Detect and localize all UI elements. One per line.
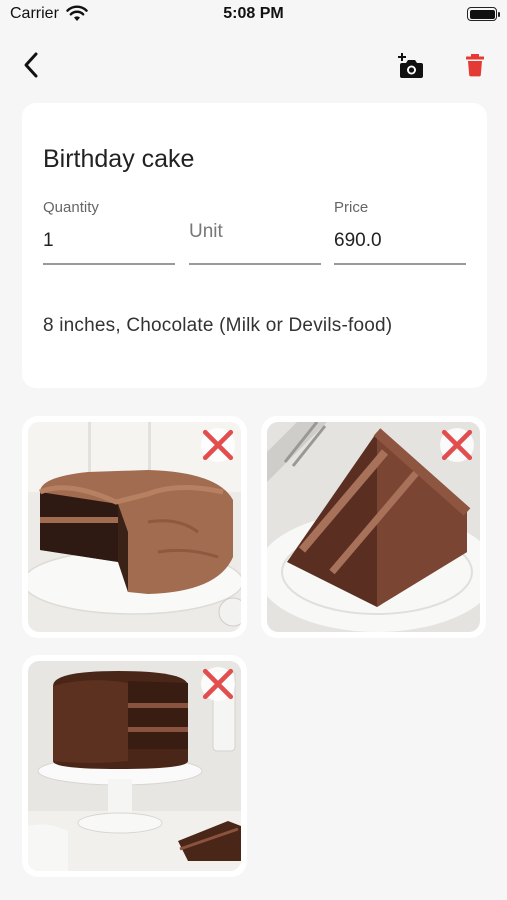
photo-tile[interactable] <box>22 416 247 638</box>
price-label: Price <box>334 199 369 216</box>
remove-photo-button[interactable] <box>201 667 235 701</box>
close-icon <box>202 668 234 700</box>
battery-icon <box>467 7 500 21</box>
clock: 5:08 PM <box>223 5 284 22</box>
remove-photo-button[interactable] <box>201 428 235 462</box>
add-photo-button[interactable] <box>395 50 425 80</box>
quantity-label: Quantity <box>43 199 99 216</box>
price-underline <box>334 263 466 265</box>
unit-input[interactable]: Unit <box>189 221 223 243</box>
close-icon <box>441 429 473 461</box>
delete-button[interactable] <box>462 52 488 78</box>
price-input[interactable]: 690.0 <box>334 230 382 252</box>
unit-field[interactable]: Unit <box>189 199 321 267</box>
cake-photo <box>28 661 241 871</box>
quantity-underline <box>43 263 175 265</box>
close-icon <box>202 429 234 461</box>
back-button[interactable] <box>18 50 46 80</box>
status-bar: Carrier 5:08 PM <box>0 0 507 30</box>
add-photo-icon <box>398 53 423 78</box>
remove-photo-button[interactable] <box>440 428 474 462</box>
cake-photo <box>267 422 480 632</box>
cake-photo <box>28 422 241 632</box>
item-details-card: Birthday cake Quantity 1 Unit Price 690.… <box>22 103 487 388</box>
price-field[interactable]: Price 690.0 <box>334 199 466 267</box>
photo-tile[interactable] <box>22 655 247 877</box>
item-name[interactable]: Birthday cake <box>43 145 194 174</box>
quantity-field[interactable]: Quantity 1 <box>43 199 175 267</box>
chevron-left-icon <box>24 52 38 78</box>
photo-tile[interactable] <box>261 416 486 638</box>
unit-underline <box>189 263 321 265</box>
trash-icon <box>466 54 484 77</box>
item-description[interactable]: 8 inches, Chocolate (Milk or Devils-food… <box>43 315 392 337</box>
quantity-input[interactable]: 1 <box>43 230 54 252</box>
